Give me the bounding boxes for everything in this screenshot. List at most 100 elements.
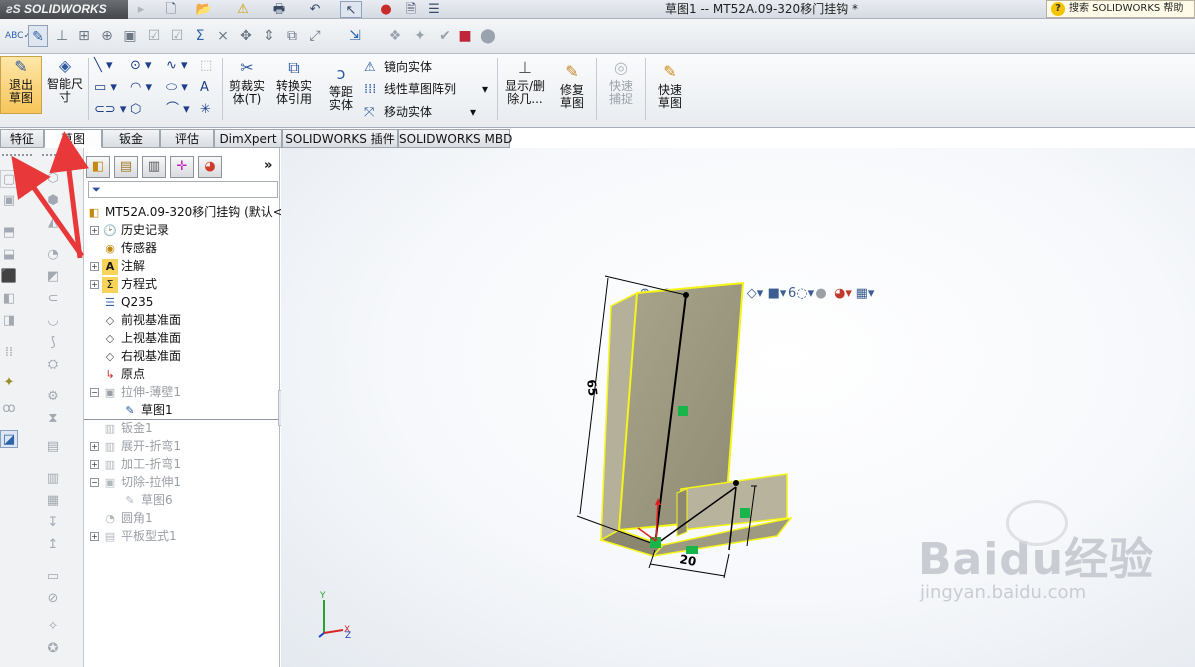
tree-node-sketch6[interactable]: ✎ 草图6 xyxy=(122,491,172,509)
sketch-icon[interactable]: ✎ xyxy=(28,25,48,47)
arc-icon[interactable]: ◠ ▾ xyxy=(130,78,152,98)
cut-icon[interactable]: ⊘ xyxy=(44,590,62,608)
scale-icon[interactable]: ⤢ xyxy=(305,25,325,47)
trim-entities-button[interactable]: ✂ 剪裁实体(T) xyxy=(226,58,268,106)
vertical-relation-marker[interactable] xyxy=(740,508,750,518)
appearance-icon[interactable]: ⬤ xyxy=(478,25,498,47)
tab-features[interactable]: 特征 xyxy=(0,129,44,148)
expand-icon[interactable]: + xyxy=(90,226,99,235)
tree-node-cut-extrude[interactable]: − ▣ 切除-拉伸1 xyxy=(90,473,181,491)
move-entities-button[interactable]: ⤧ 移动实体 ▾ xyxy=(364,101,476,124)
polygon-icon[interactable]: ⬡ xyxy=(130,100,141,120)
hole-icon[interactable]: ⊂ xyxy=(44,290,62,308)
display-delete-relations-button[interactable]: ⊥ 显示/删除几... xyxy=(500,58,550,106)
smart-dimension-button[interactable]: ◈ 智能尺寸 xyxy=(44,56,86,104)
linear-pattern-button[interactable]: ⁞⁞⁞ 线性草图阵列 ▾ xyxy=(364,78,488,101)
tree-node-right-plane[interactable]: ◇ 右视基准面 xyxy=(102,347,181,365)
move-icon[interactable]: ⇕ xyxy=(259,25,279,47)
sketch-point[interactable] xyxy=(733,480,739,486)
tree-node-sensors[interactable]: ◉ 传感器 xyxy=(102,239,157,257)
expand-icon[interactable]: + xyxy=(90,442,99,451)
fillet-feature-icon[interactable]: ◔ xyxy=(44,246,62,264)
fillet-icon[interactable]: ⌒ ▾ xyxy=(166,100,190,120)
collapse-icon[interactable]: − xyxy=(90,388,99,397)
sketch-picture-icon[interactable]: ▣ xyxy=(120,25,140,47)
check-sketch-icon[interactable]: ☑ xyxy=(144,25,164,47)
point-icon[interactable]: ✳ xyxy=(200,100,211,120)
intersect-icon[interactable]: ▤ xyxy=(44,438,62,456)
mirror-entities-button[interactable]: ⚠ 镜向实体 xyxy=(364,56,432,79)
tree-node-extrude-thin[interactable]: − ▣ 拉伸-薄壁1 xyxy=(90,383,181,401)
dimxpert-manager-tab-icon[interactable]: ✛ xyxy=(170,156,194,178)
tab-evaluate[interactable]: 评估 xyxy=(160,129,214,148)
rib-icon[interactable]: ⬢ xyxy=(44,192,62,210)
tree-node-history[interactable]: + 🕑 历史记录 xyxy=(90,221,169,239)
deform-icon[interactable]: ⛭ xyxy=(44,356,62,374)
tree-node-material[interactable]: ☰ Q235 xyxy=(102,293,153,311)
smart-icon[interactable]: ✦ xyxy=(0,374,18,392)
sweep-icon[interactable]: ⬛ xyxy=(0,268,18,286)
flex-icon[interactable]: ⟆ xyxy=(44,334,62,352)
expand-icon[interactable]: + xyxy=(90,262,99,271)
draft-icon[interactable]: ◭ xyxy=(44,214,62,232)
tree-node-flat-pattern[interactable]: + ▤ 平板型式1 xyxy=(90,527,177,545)
sketch-icon[interactable]: ▢ xyxy=(0,170,18,188)
indent-icon[interactable]: ↧ xyxy=(44,514,62,532)
file-properties-icon[interactable]: 🗎 xyxy=(400,1,422,18)
tree-node-unfold[interactable]: + ▥ 展开-折弯1 xyxy=(90,437,181,455)
copy-icon[interactable]: ⧉ xyxy=(282,25,302,47)
graphics-area[interactable]: ⊕⊕⤺◫⬈◇▾■▾6◌▾●◕▾▦▾ 65 xyxy=(281,148,1195,667)
boundary-icon[interactable]: ◨ xyxy=(0,312,18,330)
layers-icon[interactable]: ✦ xyxy=(410,25,430,47)
split-icon[interactable]: ⚙ xyxy=(44,388,62,406)
loft-icon[interactable]: ◧ xyxy=(0,290,18,308)
active-sketch-icon[interactable]: ◪ xyxy=(0,430,18,448)
surface-icon[interactable]: ⬚ xyxy=(200,56,212,76)
help-search-box[interactable]: ? 搜索 SOLIDWORKS 帮助 xyxy=(1046,0,1195,18)
tab-solidworks-addins[interactable]: SOLIDWORKS 插件 xyxy=(282,129,398,148)
spline-icon[interactable]: ∿ ▾ xyxy=(166,56,188,76)
select-pointer-icon[interactable]: ↖ xyxy=(340,1,362,18)
relations-icon[interactable]: ⨯ xyxy=(213,25,233,47)
tree-node-front-plane[interactable]: ◇ 前视基准面 xyxy=(102,311,181,329)
rebuild-warning-icon[interactable]: ⚠ xyxy=(232,1,254,18)
expand-icon[interactable]: + xyxy=(90,460,99,469)
dome-icon[interactable]: ◡ xyxy=(44,312,62,330)
ellipse-icon[interactable]: ⬭ ▾ xyxy=(166,78,188,98)
combine-icon[interactable]: ⧗ xyxy=(44,410,62,428)
expand-icon[interactable]: + xyxy=(90,532,99,541)
pattern-icon[interactable]: ⁞⁞ xyxy=(0,344,18,362)
configuration-manager-tab-icon[interactable]: ▥ xyxy=(142,156,166,178)
slot-icon[interactable]: ⊂⊃ ▾ xyxy=(94,100,126,120)
options-icon[interactable]: ☰ xyxy=(423,1,445,18)
tree-node-top-plane[interactable]: ◇ 上视基准面 xyxy=(102,329,181,347)
tab-sheet-metal[interactable]: 钣金 xyxy=(102,129,160,148)
tree-node-sheet-metal[interactable]: ▥ 钣金1 xyxy=(102,419,153,437)
chamfer-icon[interactable]: ◩ xyxy=(44,268,62,286)
tree-node-fillet[interactable]: ◔ 圆角1 xyxy=(102,509,152,527)
color-palette-icon[interactable]: ■ xyxy=(455,25,475,47)
undo-icon[interactable]: ↶ xyxy=(304,1,326,18)
rectangle-icon[interactable]: ▭ ▾ xyxy=(94,78,117,98)
modify-sketch-icon[interactable]: ✥ xyxy=(236,25,256,47)
convert-entities-button[interactable]: ⧉ 转换实体引用 xyxy=(272,58,316,106)
traffic-light-icon[interactable]: ● xyxy=(375,1,397,18)
expand-tabs-icon[interactable]: » xyxy=(264,158,272,173)
tree-root[interactable]: ◧ MT52A.09-320移门挂钩 (默认< xyxy=(86,203,283,221)
move-face-icon[interactable]: ▥ xyxy=(44,470,62,488)
sketch-relations-icon[interactable]: ⊥ xyxy=(52,25,72,47)
knit-icon[interactable]: ▭ xyxy=(44,568,62,586)
line-icon[interactable]: ╲ ▾ xyxy=(94,56,112,76)
offset-entities-button[interactable]: ↄ 等距实体 xyxy=(318,64,364,112)
check-box-icon[interactable]: ☑ xyxy=(167,25,187,47)
display-manager-tab-icon[interactable]: ◕ xyxy=(198,156,222,178)
text-icon[interactable]: A xyxy=(200,78,209,98)
collapse-icon[interactable]: − xyxy=(90,478,99,487)
2d-to-3d-icon[interactable]: ⇲ xyxy=(345,25,365,47)
delete-face-icon[interactable]: ▦ xyxy=(44,492,62,510)
dimension-height-label[interactable]: 65 xyxy=(584,379,600,397)
property-manager-tab-icon[interactable]: ▤ xyxy=(114,156,138,178)
open-folder-icon[interactable]: 📂 xyxy=(193,1,215,18)
grid-snap-icon[interactable]: ⊞ xyxy=(74,25,94,47)
tab-sketch[interactable]: 草图 xyxy=(44,129,102,148)
